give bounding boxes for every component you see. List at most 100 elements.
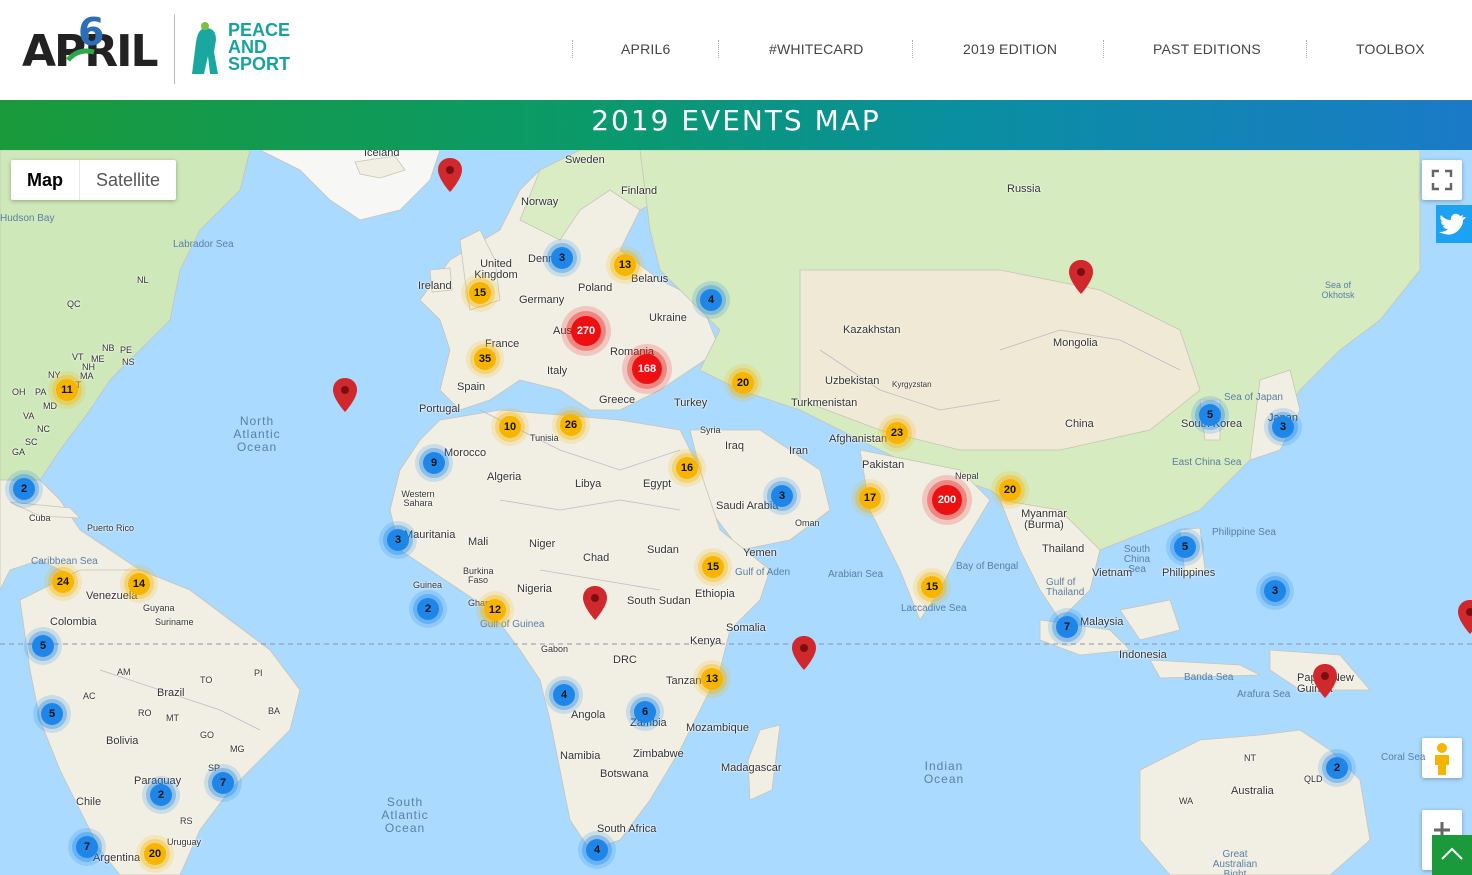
place-label: Algeria (487, 471, 522, 483)
event-cluster[interactable]: 11 (56, 379, 78, 401)
water-label: Arafura Sea (1237, 689, 1291, 700)
event-cluster[interactable]: 7 (1056, 616, 1078, 638)
event-cluster[interactable]: 12 (484, 599, 506, 621)
place-label: Philippines (1162, 567, 1216, 579)
place-label: Malaysia (1080, 616, 1124, 628)
events-map[interactable]: Map Satellite Iceland Sweden Finland Nor… (0, 150, 1472, 875)
event-cluster[interactable]: 7 (212, 772, 234, 794)
event-cluster[interactable]: 2 (150, 784, 172, 806)
event-cluster[interactable]: 24 (52, 571, 74, 593)
place-label: Saudi Arabia (716, 500, 779, 512)
event-cluster[interactable]: 3 (771, 485, 793, 507)
event-cluster[interactable]: 168 (632, 354, 662, 384)
map-type-map-button[interactable]: Map (11, 160, 80, 200)
event-cluster[interactable]: 35 (474, 348, 496, 370)
water-label: Caribbean Sea (31, 556, 98, 567)
place-label: South Africa (597, 823, 657, 835)
event-cluster[interactable]: 20 (999, 479, 1021, 501)
back-to-top-button[interactable] (1432, 835, 1472, 875)
event-cluster[interactable]: 3 (551, 247, 573, 269)
event-pin-icon[interactable] (333, 378, 357, 412)
event-cluster[interactable]: 5 (1174, 536, 1196, 558)
event-cluster[interactable]: 2 (13, 478, 35, 500)
place-label: Egypt (643, 478, 672, 490)
event-cluster[interactable]: 13 (701, 668, 723, 690)
region-label: MD (43, 401, 57, 411)
event-cluster[interactable]: 13 (614, 254, 636, 276)
place-label: Bolivia (106, 735, 139, 747)
place-label: Chad (583, 552, 610, 564)
place-label: Zimbabwe (633, 748, 684, 760)
place-label: Kenya (690, 635, 722, 647)
water-label: Arabian Sea (828, 569, 884, 580)
event-cluster[interactable]: 200 (932, 485, 962, 515)
event-cluster[interactable]: 4 (700, 289, 722, 311)
place-label: Belarus (631, 273, 669, 285)
place-label: South Sudan (627, 595, 691, 607)
event-cluster[interactable]: 5 (32, 635, 54, 657)
water-label: Bay of Bengal (956, 561, 1019, 572)
event-cluster[interactable]: 10 (499, 416, 521, 438)
event-cluster[interactable]: 15 (921, 576, 943, 598)
event-cluster[interactable]: 26 (560, 414, 582, 436)
event-cluster[interactable]: 5 (1199, 404, 1221, 426)
region-label: MG (230, 744, 245, 754)
place-label: Greece (599, 394, 636, 406)
region-label: GO (200, 730, 215, 740)
event-cluster[interactable]: 3 (1272, 416, 1294, 438)
place-label: Gabon (541, 644, 569, 654)
place-label: Angola (571, 709, 606, 721)
nav-item-past-editions[interactable]: PAST EDITIONS (1153, 41, 1261, 57)
fullscreen-button[interactable] (1422, 160, 1462, 200)
place-label: Namibia (560, 750, 601, 762)
place-label: Somalia (726, 622, 766, 634)
place-label: Colombia (50, 616, 97, 628)
event-cluster[interactable]: 16 (676, 457, 698, 479)
place-label: Nigeria (517, 583, 552, 595)
place-label: Australia (1231, 785, 1274, 797)
nav-item-april6[interactable]: APRIL6 (621, 41, 670, 57)
map-type-control: Map Satellite (11, 160, 177, 200)
twitter-share-button[interactable] (1436, 205, 1472, 243)
street-view-button[interactable] (1422, 738, 1462, 778)
event-cluster[interactable]: 2 (417, 598, 439, 620)
event-pin-icon[interactable] (1313, 664, 1337, 698)
event-cluster[interactable]: 15 (702, 556, 724, 578)
water-label: South China Sea (1123, 544, 1151, 575)
event-cluster[interactable]: 23 (886, 422, 908, 444)
region-label: RO (138, 708, 152, 718)
nav-item-2019-edition[interactable]: 2019 EDITION (963, 41, 1057, 57)
event-pin-icon[interactable] (583, 586, 607, 620)
water-label: Gulf of Guinea (480, 619, 545, 630)
event-cluster[interactable]: 5 (41, 703, 63, 725)
place-label: Tunisia (530, 433, 559, 443)
event-cluster[interactable]: 270 (571, 316, 601, 346)
event-pin-icon[interactable] (792, 636, 816, 670)
event-cluster[interactable]: 9 (423, 452, 445, 474)
nav-item-toolbox[interactable]: TOOLBOX (1356, 41, 1425, 57)
place-label: Ireland (418, 280, 452, 292)
water-label: Gulf of Aden (735, 567, 791, 578)
nav-item-whitecard[interactable]: #WHITECARD (769, 41, 864, 57)
event-cluster[interactable]: 3 (1264, 580, 1286, 602)
event-cluster[interactable]: 4 (586, 839, 608, 861)
event-cluster[interactable]: 3 (387, 529, 409, 551)
event-pin-icon[interactable] (1069, 260, 1093, 294)
event-cluster[interactable]: 7 (76, 836, 98, 858)
event-cluster[interactable]: 14 (128, 573, 150, 595)
place-label: Niger (529, 538, 556, 550)
event-pin-icon[interactable] (438, 158, 462, 192)
event-cluster[interactable]: 6 (634, 701, 656, 723)
event-cluster[interactable]: 20 (732, 372, 754, 394)
water-label: Indian Ocean (923, 759, 965, 786)
water-label: Gulf of Thailand (1046, 577, 1085, 598)
event-cluster[interactable]: 2 (1326, 757, 1348, 779)
event-pin-icon[interactable] (1458, 600, 1472, 634)
event-cluster[interactable]: 4 (553, 684, 575, 706)
event-cluster[interactable]: 17 (859, 487, 881, 509)
map-type-satellite-button[interactable]: Satellite (80, 160, 176, 200)
nav-divider (572, 40, 573, 58)
region-label: BA (268, 706, 281, 716)
event-cluster[interactable]: 20 (144, 843, 166, 865)
event-cluster[interactable]: 15 (469, 282, 491, 304)
